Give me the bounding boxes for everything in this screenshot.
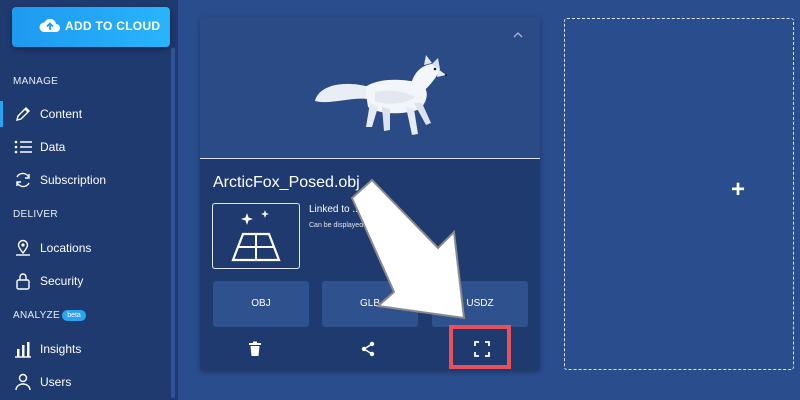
section-deliver: DELIVER	[13, 209, 58, 220]
ar-title: Linked to ... surface	[309, 204, 397, 215]
sidebar-item-label: Subscription	[40, 173, 107, 187]
sidebar-item-label: Security	[40, 274, 84, 288]
add-to-cloud-button[interactable]: ADD TO CLOUD	[12, 7, 170, 47]
sidebar-item-label: Locations	[40, 241, 92, 255]
floor-surface-icon	[231, 210, 281, 262]
refresh-icon	[16, 172, 30, 188]
sidebar-item-security[interactable]: Security	[0, 266, 170, 296]
format-usdz-button[interactable]: USDZ	[432, 281, 528, 327]
model-preview[interactable]	[200, 17, 540, 159]
sidebar-item-label: Insights	[40, 342, 82, 356]
sidebar-item-label: Content	[40, 107, 83, 121]
sidebar-item-content[interactable]: Content	[0, 99, 170, 129]
ar-description: Can be displayed ... e surface.	[309, 222, 404, 229]
user-icon	[15, 373, 31, 391]
list-icon	[14, 140, 32, 154]
map-pin-icon	[16, 239, 30, 256]
share-icon[interactable]	[360, 341, 376, 357]
sidebar-item-users[interactable]: Users	[0, 367, 170, 397]
ar-surface-tile[interactable]	[212, 203, 300, 269]
format-glb-button[interactable]: GLB	[322, 281, 418, 327]
plus-icon[interactable]: +	[731, 176, 745, 204]
trash-icon[interactable]	[248, 341, 262, 357]
sidebar-item-label: Users	[40, 375, 72, 389]
annotation-highlight-box	[449, 325, 511, 369]
sidebar: ADD TO CLOUD MANAGE Content Data Subscri…	[0, 0, 178, 400]
sidebar-item-insights[interactable]: Insights	[0, 334, 170, 364]
section-analyze: ANALYZE	[13, 310, 60, 321]
section-manage: MANAGE	[13, 76, 59, 87]
arctic-fox-model	[315, 55, 447, 135]
bar-chart-icon	[15, 342, 31, 358]
cloud-upload-icon	[39, 18, 60, 32]
model-title: ArcticFox_Posed.obj	[213, 174, 360, 191]
sidebar-item-subscription[interactable]: Subscription	[0, 165, 170, 195]
model-card: ArcticFox_Posed.obj Linked to ... surfac…	[200, 17, 540, 370]
beta-badge: beta	[62, 310, 86, 321]
sidebar-item-locations[interactable]: Locations	[0, 233, 170, 263]
pencil-icon	[16, 107, 30, 121]
sidebar-item-label: Data	[40, 140, 66, 154]
add-to-cloud-label: ADD TO CLOUD	[65, 19, 161, 33]
format-obj-button[interactable]: OBJ	[213, 281, 309, 327]
add-model-tile[interactable]	[564, 18, 794, 370]
lock-icon	[16, 273, 30, 290]
sidebar-scrollbar[interactable]	[171, 48, 175, 398]
sidebar-item-data[interactable]: Data	[0, 132, 170, 162]
